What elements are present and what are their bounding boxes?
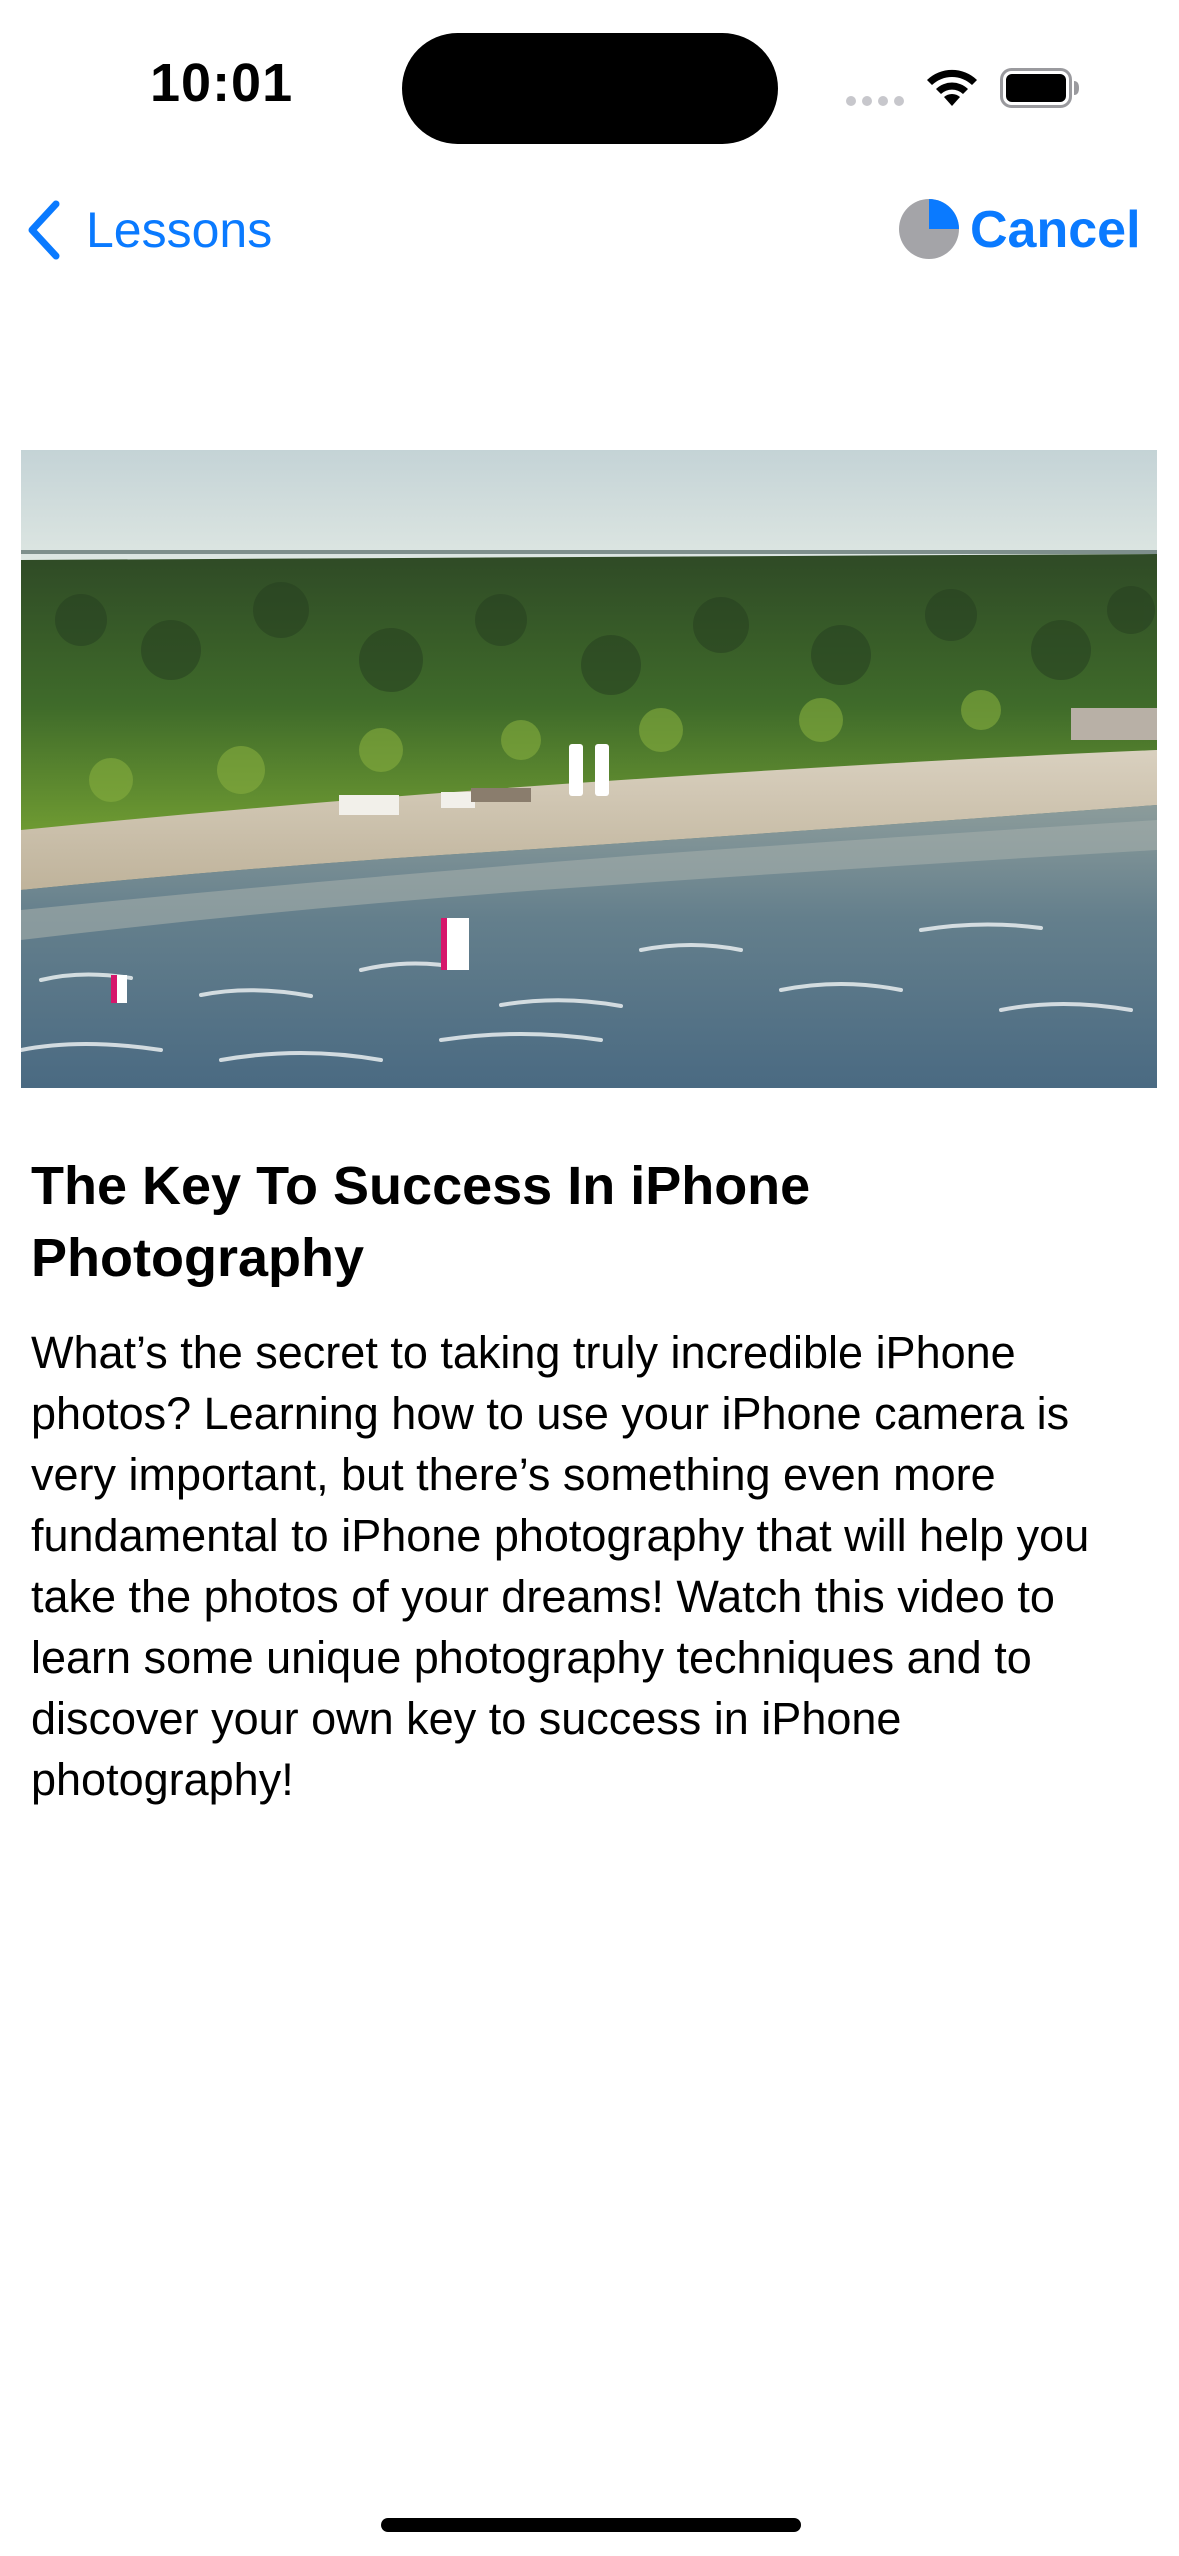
wifi-icon	[927, 69, 977, 106]
chapter-marker	[441, 918, 469, 970]
lesson-description: What’s the secret to taking truly incred…	[31, 1327, 1090, 1805]
dynamic-island	[402, 33, 778, 144]
cellular-signal-icon	[846, 96, 906, 108]
download-progress-icon	[899, 199, 959, 259]
cancel-button[interactable]: Cancel	[970, 195, 1141, 265]
video-player[interactable]	[21, 450, 1157, 1088]
battery-icon	[1000, 68, 1079, 108]
back-button-label: Lessons	[86, 202, 273, 258]
back-button[interactable]: Lessons	[24, 195, 272, 265]
navigation-bar: Lessons Cancel	[0, 180, 1179, 280]
lesson-detail-screen: 10:01 Lessons Cancel The Key To Success …	[0, 0, 1179, 2556]
chapter-marker	[111, 975, 127, 1003]
chevron-left-icon	[28, 200, 60, 260]
status-bar: 10:01	[0, 0, 1179, 170]
lesson-title: The Key To Success In iPhone Photography	[31, 1156, 811, 1288]
home-indicator[interactable]	[381, 2518, 801, 2532]
pause-icon[interactable]	[569, 744, 611, 796]
status-time: 10:01	[150, 53, 294, 113]
